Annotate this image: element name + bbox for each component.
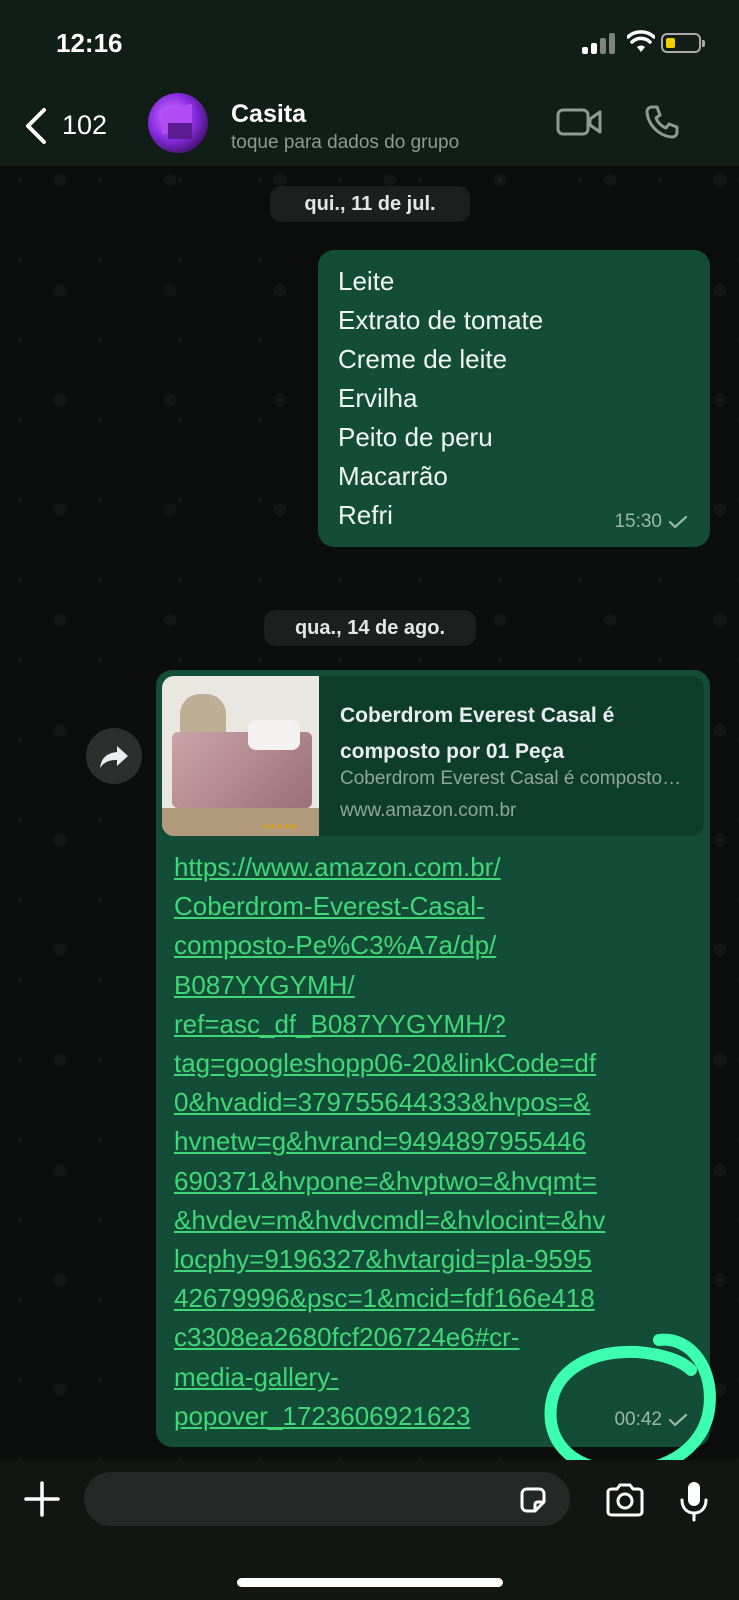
link-line[interactable]: composto-Pe%C3%A7a/dp/ <box>174 926 690 965</box>
link-line[interactable]: 690371&hvpone=&hvptwo=&hvqmt= <box>174 1162 690 1201</box>
wifi-icon <box>627 30 655 52</box>
date-separator: qua., 14 de ago. <box>264 610 476 646</box>
camera-icon[interactable] <box>604 1482 646 1518</box>
status-bar: 12:16 <box>0 0 739 88</box>
list-item: Ervilha <box>338 383 418 413</box>
message-bubble-shopping-list[interactable]: Leite Extrato de tomate Creme de leite E… <box>318 250 710 547</box>
unread-count[interactable]: 102 <box>62 110 107 141</box>
chat-subtitle[interactable]: toque para dados do grupo <box>231 132 459 154</box>
link-line[interactable]: hvnetw=g&hvrand=9494897955446 <box>174 1122 690 1161</box>
link-line[interactable]: tag=googleshopp06-20&linkCode=df <box>174 1044 690 1083</box>
forward-button[interactable] <box>86 728 142 784</box>
phone-call-icon[interactable] <box>644 104 680 140</box>
product-thumbnail: ★★★★★ <box>162 676 319 836</box>
link-line[interactable]: ref=asc_df_B087YYGYMH/? <box>174 1005 690 1044</box>
cellular-signal-icon <box>582 32 618 54</box>
preview-description: Coberdrom Everest Casal é composto por 0… <box>340 768 685 789</box>
link-preview-card[interactable]: ★★★★★ Coberdrom Everest Casal é composto… <box>162 676 704 836</box>
list-item: Extrato de tomate <box>338 305 544 335</box>
date-separator: qui., 11 de jul. <box>270 186 470 222</box>
list-item: Macarrão <box>338 461 448 491</box>
microphone-icon[interactable] <box>679 1480 709 1522</box>
attach-plus-icon[interactable] <box>23 1480 61 1518</box>
link-line[interactable]: locphy=9196327&hvtargid=pla-9595 <box>174 1240 690 1279</box>
message-input[interactable] <box>84 1472 570 1526</box>
sent-check-icon <box>668 515 688 529</box>
group-avatar[interactable] <box>148 93 208 153</box>
link-line[interactable]: Coberdrom-Everest-Casal- <box>174 887 690 926</box>
preview-title: Coberdrom Everest Casal é composto por 0… <box>340 704 615 763</box>
link-line[interactable]: &hvdev=m&hvdvcmdl=&hvlocint=&hv <box>174 1201 690 1240</box>
list-item: Leite <box>338 266 395 296</box>
list-item: Creme de leite <box>338 344 508 374</box>
battery-icon <box>661 33 705 53</box>
video-call-icon[interactable] <box>556 106 602 138</box>
message-time: 15:30 <box>614 511 662 532</box>
back-chevron-icon[interactable] <box>22 106 52 146</box>
message-meta: 15:30 <box>614 511 688 533</box>
link-line[interactable]: 0&hvadid=379755644333&hvpos=& <box>174 1083 690 1122</box>
link-line[interactable]: https://www.amazon.com.br/ <box>174 848 690 887</box>
composer-bar <box>0 1460 739 1600</box>
chat-header: 102 Casita toque para dados do grupo <box>0 88 739 166</box>
list-item: Peito de peru <box>338 422 493 452</box>
sticker-icon[interactable] <box>518 1485 548 1515</box>
chat-title[interactable]: Casita <box>231 100 306 129</box>
link-line[interactable]: B087YYGYMH/ <box>174 966 690 1005</box>
status-time: 12:16 <box>56 28 123 58</box>
home-indicator <box>237 1578 503 1587</box>
preview-domain: www.amazon.com.br <box>340 800 517 821</box>
forward-arrow-icon <box>100 746 128 768</box>
link-line[interactable]: 42679996&psc=1&mcid=fdf166e418 <box>174 1279 690 1318</box>
rating-stars-icon: ★★★★★ <box>262 822 298 831</box>
